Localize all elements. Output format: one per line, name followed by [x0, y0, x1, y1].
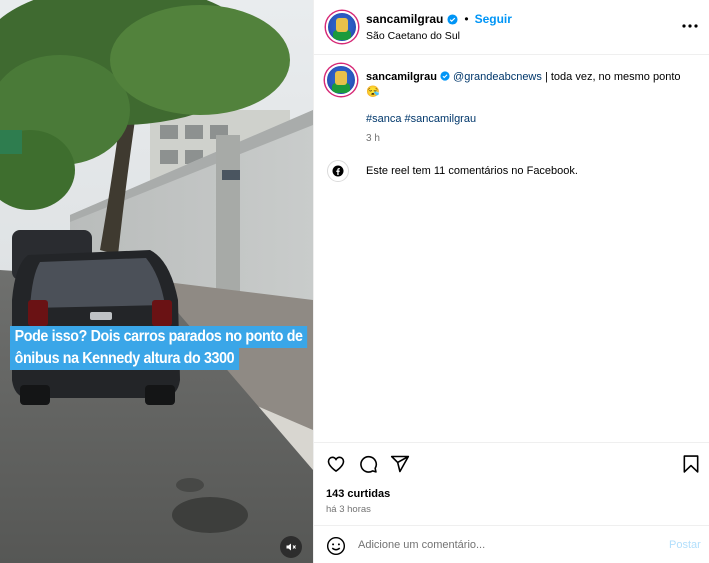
smiley-icon	[326, 536, 346, 556]
hashtag-link[interactable]: #sancamilgrau	[405, 113, 477, 125]
avatar[interactable]	[326, 11, 358, 43]
reel-video-frame	[0, 0, 313, 563]
emoji-button[interactable]	[326, 536, 346, 556]
more-options-button[interactable]	[680, 18, 700, 34]
share-button[interactable]	[389, 453, 411, 475]
facebook-comments-row[interactable]: Este reel tem 11 comentários no Facebook…	[327, 160, 578, 182]
post-actions: 143 curtidas há 3 horas	[314, 442, 709, 525]
add-comment-bar: Postar	[314, 525, 709, 563]
header-username[interactable]: sancamilgrau	[366, 12, 443, 26]
mute-button[interactable]	[280, 536, 302, 558]
reel-caption-overlay: Pode isso? Dois carros parados no ponto …	[10, 326, 308, 370]
verified-badge-icon	[440, 71, 450, 81]
like-button[interactable]	[325, 453, 347, 475]
comment-bubble-icon	[360, 455, 378, 473]
header-user-row: sancamilgrau • Seguir	[366, 12, 512, 26]
speaker-muted-icon	[286, 543, 296, 551]
comments-section: sancamilgrau @grandeabcnews | toda vez, …	[314, 56, 709, 442]
paper-plane-icon	[390, 455, 410, 473]
caption-timestamp: 3 h	[366, 133, 380, 144]
facebook-icon	[327, 160, 349, 182]
save-button[interactable]	[680, 453, 702, 475]
bookmark-icon	[683, 455, 699, 473]
caption-emoji: 😪	[366, 86, 380, 98]
verified-badge-icon	[447, 13, 458, 25]
hashtags: #sanca #sancamilgrau	[366, 113, 476, 125]
reel-caption-line-1: Pode isso? Dois carros parados no ponto …	[10, 326, 308, 348]
post-panel: sancamilgrau • Seguir São Caetano do Sul…	[313, 0, 709, 563]
three-dots-icon	[682, 24, 698, 28]
likes-count[interactable]: 143 curtidas	[326, 488, 390, 500]
post-comment-button[interactable]: Postar	[669, 539, 701, 551]
post-date: há 3 horas	[326, 504, 371, 515]
caption-avatar[interactable]	[325, 64, 357, 96]
caption-text: sancamilgrau @grandeabcnews | toda vez, …	[366, 70, 696, 100]
post-header: sancamilgrau • Seguir São Caetano do Sul	[314, 0, 709, 55]
hashtag-link[interactable]: #sanca	[366, 113, 401, 125]
comment-input[interactable]	[358, 535, 648, 555]
facebook-comments-text: Este reel tem 11 comentários no Facebook…	[366, 165, 578, 177]
reel-caption-line-2: ônibus na Kennedy altura do 3300	[10, 348, 239, 370]
mention-link[interactable]: @grandeabcnews	[453, 71, 542, 83]
comment-button[interactable]	[357, 453, 379, 475]
reel-video[interactable]: Pode isso? Dois carros parados no ponto …	[0, 0, 313, 563]
follow-button[interactable]: Seguir	[475, 12, 512, 26]
location-link[interactable]: São Caetano do Sul	[366, 30, 460, 42]
caption-username[interactable]: sancamilgrau	[366, 71, 437, 83]
heart-icon	[327, 456, 345, 473]
separator-dot: •	[464, 12, 469, 26]
caption-body: | toda vez, no mesmo ponto	[541, 71, 681, 83]
